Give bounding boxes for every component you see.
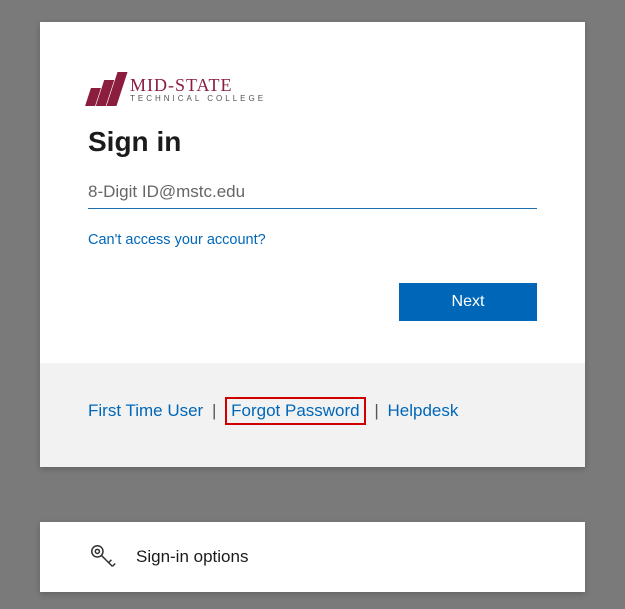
key-icon [88, 542, 118, 572]
logo-sub-text: TECHNICAL COLLEGE [130, 95, 266, 103]
helpdesk-link[interactable]: Helpdesk [388, 401, 459, 420]
card-body: MID-STATE TECHNICAL COLLEGE Sign in Can'… [40, 22, 585, 363]
next-button[interactable]: Next [399, 283, 537, 321]
signin-options-label: Sign-in options [136, 547, 248, 567]
button-row: Next [88, 283, 537, 321]
logo-text: MID-STATE TECHNICAL COLLEGE [130, 76, 266, 103]
logo: MID-STATE TECHNICAL COLLEGE [88, 72, 537, 106]
signin-options-card[interactable]: Sign-in options [40, 522, 585, 592]
logo-main-text: MID-STATE [130, 76, 266, 94]
forgot-password-highlight: Forgot Password [225, 397, 366, 425]
cant-access-account-link[interactable]: Can't access your account? [88, 232, 266, 248]
separator: | [212, 401, 216, 420]
forgot-password-link[interactable]: Forgot Password [231, 401, 360, 420]
username-input[interactable] [88, 176, 537, 209]
signin-card: MID-STATE TECHNICAL COLLEGE Sign in Can'… [40, 22, 585, 467]
separator: | [374, 401, 378, 420]
logo-bars-icon [88, 72, 122, 106]
card-footer: First Time User | Forgot Password | Help… [40, 363, 585, 467]
page-title: Sign in [88, 126, 537, 158]
first-time-user-link[interactable]: First Time User [88, 401, 203, 420]
